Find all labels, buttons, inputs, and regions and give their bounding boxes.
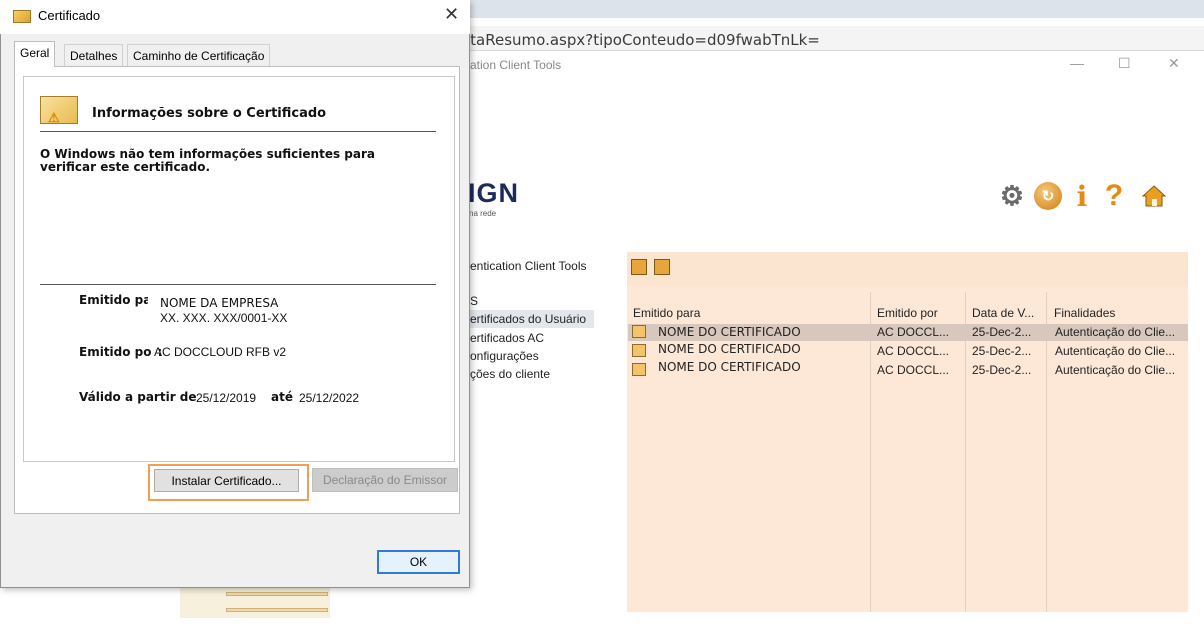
certificate-icon bbox=[13, 10, 31, 23]
minimize-button[interactable]: — bbox=[1070, 55, 1084, 71]
help-icon[interactable]: ? bbox=[1100, 179, 1128, 212]
column-header-issued-by[interactable]: Emitido por bbox=[877, 306, 938, 320]
cell-issued-to: NOME DO CERTIFICADO bbox=[658, 360, 801, 374]
brand-logo: IGN bbox=[468, 178, 520, 208]
cell-issued-by: AC DOCCL... bbox=[877, 325, 950, 339]
valid-from-date: 25/12/2019 bbox=[196, 391, 257, 405]
app-window-title: ation Client Tools bbox=[470, 58, 562, 72]
certificate-icon bbox=[632, 363, 646, 376]
column-header-expiry[interactable]: Data de V... bbox=[972, 306, 1034, 320]
column-header-issued-to[interactable]: Emitido para bbox=[633, 306, 700, 320]
valid-to-date: 25/12/2022 bbox=[299, 391, 360, 405]
column-header-purposes[interactable]: Finalidades bbox=[1054, 306, 1115, 320]
tab-detalhes[interactable]: Detalhes bbox=[64, 44, 124, 66]
install-certificate-button[interactable]: Instalar Certificado... bbox=[154, 469, 299, 492]
issued-to-name: NOME DA EMPRESA bbox=[160, 296, 279, 310]
home-icon[interactable] bbox=[1140, 182, 1168, 210]
dialog-title: Certificado bbox=[38, 8, 101, 23]
close-app-button[interactable]: ✕ bbox=[1168, 55, 1180, 72]
certificate-icon bbox=[632, 344, 646, 357]
cell-issued-to: NOME DO CERTIFICADO bbox=[658, 342, 801, 356]
table-row[interactable]: NOME DO CERTIFICADO AC DOCCL... 25-Dec-2… bbox=[628, 324, 1188, 341]
panel-toolbar bbox=[627, 252, 1188, 286]
cell-issued-by: AC DOCCL... bbox=[877, 363, 950, 377]
nav-item-client-tools[interactable]: entication Client Tools bbox=[470, 259, 587, 273]
background-divider bbox=[226, 608, 328, 612]
tab-caminho-certificacao[interactable]: Caminho de Certificação bbox=[127, 44, 271, 66]
nav-item-client-options[interactable]: ções do cliente bbox=[470, 367, 550, 381]
warning-icon: ⚠ bbox=[48, 110, 60, 125]
address-url: ltaResumo.aspx?tipoConteudo=d09fwabTnLk= bbox=[466, 31, 820, 49]
issuer-statement-button[interactable]: Declaração do Emissor bbox=[312, 468, 458, 492]
nav-item-settings[interactable]: onfigurações bbox=[470, 349, 539, 363]
maximize-button[interactable]: ☐ bbox=[1118, 55, 1131, 72]
valid-from-label: Válido a partir de bbox=[79, 390, 197, 404]
cell-purposes: Autenticação do Clie... bbox=[1055, 363, 1176, 377]
cell-expiry: 25-Dec-2... bbox=[972, 325, 1032, 339]
nav-item-tokens[interactable]: S bbox=[470, 294, 478, 308]
gear-icon[interactable]: ⚙ bbox=[998, 181, 1026, 211]
cell-purposes: Autenticação do Clie... bbox=[1055, 325, 1176, 339]
divider bbox=[40, 131, 436, 132]
cell-purposes: Autenticação do Clie... bbox=[1055, 344, 1176, 358]
valid-until-label: até bbox=[271, 390, 293, 404]
cell-issued-to: NOME DO CERTIFICADO bbox=[658, 325, 801, 339]
nav-item-ca-certificates[interactable]: ertificados AC bbox=[470, 331, 544, 345]
close-icon[interactable]: ✕ bbox=[444, 4, 459, 25]
issued-to-cnpj: XX. XXX. XXX/0001-XX bbox=[160, 311, 288, 325]
background-divider bbox=[226, 592, 328, 596]
export-certificate-icon[interactable] bbox=[654, 259, 670, 275]
nav-item-user-certificates[interactable]: ertificados do Usuário bbox=[470, 312, 586, 326]
tab-geral[interactable]: Geral bbox=[14, 41, 56, 67]
table-row[interactable]: NOME DO CERTIFICADO AC DOCCL... 25-Dec-2… bbox=[628, 342, 1188, 360]
import-certificate-icon[interactable] bbox=[631, 259, 647, 275]
warning-message: O Windows não tem informações suficiente… bbox=[40, 147, 375, 174]
issued-by-value: AC DOCCLOUD RFB v2 bbox=[154, 345, 287, 359]
brand-tagline: na rede bbox=[469, 209, 497, 218]
table-row[interactable]: NOME DO CERTIFICADO AC DOCCL... 25-Dec-2… bbox=[628, 360, 1188, 379]
certificate-icon bbox=[632, 325, 646, 338]
divider bbox=[40, 284, 436, 285]
cell-expiry: 25-Dec-2... bbox=[972, 344, 1032, 358]
info-heading: Informações sobre o Certificado bbox=[92, 106, 327, 121]
info-icon[interactable]: i bbox=[1068, 180, 1096, 213]
cell-issued-by: AC DOCCL... bbox=[877, 344, 950, 358]
cell-expiry: 25-Dec-2... bbox=[972, 363, 1032, 377]
issued-by-label: Emitido por: bbox=[79, 345, 163, 359]
refresh-icon[interactable]: ↻ bbox=[1034, 182, 1062, 210]
ok-button[interactable]: OK bbox=[377, 550, 460, 574]
